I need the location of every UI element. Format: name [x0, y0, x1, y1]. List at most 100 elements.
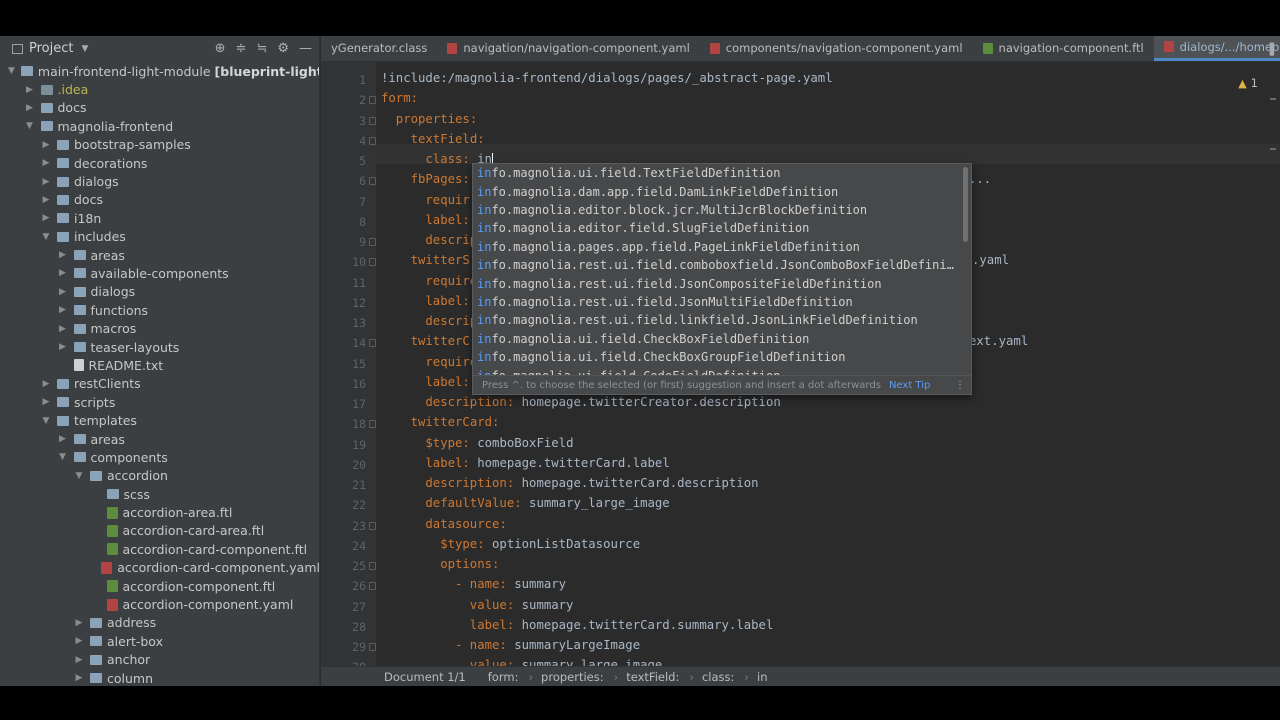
chevron-right-icon[interactable]: ▶ — [25, 85, 35, 95]
tree-item[interactable]: ▶ alert-box — [0, 632, 319, 650]
chevron-right-icon[interactable]: ▶ — [74, 636, 84, 646]
chevron-down-icon[interactable]: ▼ — [25, 121, 35, 131]
tree-item[interactable]: accordion-component.yaml — [0, 595, 319, 613]
chevron-right-icon[interactable]: ▶ — [41, 177, 51, 187]
tree-item[interactable]: ▶ areas — [0, 430, 319, 448]
tree-item[interactable]: ▶ anchor — [0, 651, 319, 669]
editor-tab[interactable]: navigation-component.ftl — [973, 36, 1154, 61]
editor-tab[interactable]: dialogs/.../homepage.yaml — [1153, 36, 1280, 61]
tree-item[interactable]: ▼ main-frontend-light-module [blueprint-li… — [0, 62, 319, 80]
locate-icon[interactable]: ⊕ — [215, 41, 226, 56]
chevron-right-icon[interactable]: ▶ — [74, 655, 84, 665]
tree-item[interactable]: ▶ docs — [0, 99, 319, 117]
fold-marker-icon[interactable] — [369, 582, 376, 591]
tree-item[interactable]: accordion-component.ftl — [0, 577, 319, 595]
popup-scrollbar[interactable] — [963, 167, 968, 242]
tree-item[interactable]: ▼ accordion — [0, 467, 319, 485]
completion-item[interactable]: in fo.magnolia.ui.field.CheckBoxFieldDefi… — [473, 330, 963, 348]
chevron-right-icon[interactable]: ▶ — [41, 379, 51, 389]
completion-item[interactable]: in fo.magnolia.dam.app.field.DamLinkField… — [473, 182, 963, 200]
chevron-right-icon[interactable]: ▶ — [58, 434, 68, 444]
tree-item[interactable]: ▼ components — [0, 448, 319, 466]
tree-item[interactable]: ▶ bootstrap-samples — [0, 136, 319, 154]
tree-item[interactable]: ▶ restClients — [0, 375, 319, 393]
tree-item[interactable]: scss — [0, 485, 319, 503]
chevron-right-icon[interactable]: ▶ — [58, 324, 68, 334]
chevron-down-icon[interactable]: ▼ — [81, 44, 88, 54]
fold-marker-icon[interactable] — [369, 339, 376, 348]
editor-tab[interactable]: yGenerator.class — [321, 36, 437, 61]
tree-item[interactable]: ▶ address — [0, 614, 319, 632]
chevron-down-icon[interactable]: ▼ — [41, 416, 51, 426]
chevron-right-icon[interactable]: ▶ — [41, 397, 51, 407]
tree-item[interactable]: ▶ macros — [0, 319, 319, 337]
chevron-right-icon[interactable]: ▶ — [41, 195, 51, 205]
fold-marker-icon[interactable] — [369, 521, 376, 530]
tree-item[interactable]: ▶ available-components — [0, 264, 319, 282]
tree-item[interactable]: ▶ docs — [0, 191, 319, 209]
chevron-right-icon[interactable]: ▶ — [58, 250, 68, 260]
chevron-right-icon[interactable]: ▶ — [25, 103, 35, 113]
chevron-right-icon[interactable]: ▶ — [58, 268, 68, 278]
completion-item[interactable]: in fo.magnolia.rest.ui.field.JsonMultiFie… — [473, 293, 963, 311]
completion-item[interactable]: in fo.magnolia.ui.field.CheckBoxGroupFiel… — [473, 348, 963, 366]
completion-item[interactable]: in fo.magnolia.pages.app.field.PageLinkFi… — [473, 238, 963, 256]
chevron-down-icon[interactable]: ▼ — [74, 471, 84, 481]
fold-marker-icon[interactable] — [369, 643, 376, 651]
fold-marker-icon[interactable] — [369, 562, 376, 570]
fold-marker-icon[interactable] — [369, 238, 376, 246]
project-view-icon[interactable] — [12, 43, 23, 54]
more-options-icon[interactable]: ⋮ — [955, 380, 965, 391]
breadcrumb-item[interactable]: form: — [488, 670, 519, 684]
breadcrumb-item[interactable]: in — [757, 670, 767, 684]
chevron-down-icon[interactable]: ▼ — [8, 66, 15, 76]
tree-item[interactable]: README.txt — [0, 356, 319, 374]
tree-item[interactable]: ▶ decorations — [0, 154, 319, 172]
fold-marker-icon[interactable] — [369, 96, 376, 105]
tree-item[interactable]: ▶ dialogs — [0, 172, 319, 190]
fold-marker-icon[interactable] — [369, 116, 376, 125]
tree-item[interactable]: ▶ i18n — [0, 209, 319, 227]
tree-item[interactable]: ▶ column — [0, 669, 319, 686]
tree-item[interactable]: ▼ includes — [0, 228, 319, 246]
breadcrumb-item[interactable]: properties: — [541, 670, 604, 684]
tree-item[interactable]: ▼ magnolia-frontend — [0, 117, 319, 135]
tree-item[interactable]: accordion-card-component.ftl — [0, 540, 319, 558]
chevron-right-icon[interactable]: ▶ — [58, 305, 68, 315]
tree-item[interactable]: ▶ functions — [0, 301, 319, 319]
completion-item[interactable]: in fo.magnolia.editor.block.jcr.MultiJcrB… — [473, 201, 963, 219]
chevron-right-icon[interactable]: ▶ — [58, 287, 68, 297]
fold-marker-icon[interactable] — [369, 420, 376, 429]
fold-marker-icon[interactable] — [369, 177, 376, 186]
gear-icon[interactable]: ⚙ — [277, 41, 289, 56]
chevron-down-icon[interactable]: ▼ — [41, 232, 51, 242]
chevron-right-icon[interactable]: ▶ — [41, 140, 51, 150]
editor-tab[interactable]: components/navigation-component.yaml — [700, 36, 973, 61]
fold-marker-icon[interactable] — [369, 136, 376, 145]
tabs-overflow-icon[interactable]: ▐ — [1266, 43, 1274, 56]
fold-marker-icon[interactable] — [369, 258, 376, 267]
completion-item[interactable]: in fo.magnolia.rest.ui.field.linkfield.Js… — [473, 311, 963, 329]
chevron-right-icon[interactable]: ▶ — [58, 342, 68, 352]
editor-tab[interactable]: navigation/navigation-component.yaml — [437, 36, 699, 61]
chevron-right-icon[interactable]: ▶ — [41, 213, 51, 223]
hide-icon[interactable]: — — [299, 41, 312, 56]
breadcrumb-item[interactable]: class: — [702, 670, 734, 684]
next-tip-link[interactable]: Next Tip — [889, 380, 930, 391]
code-completion-popup[interactable]: in fo.magnolia.ui.field.TextFieldDefiniti… — [472, 163, 972, 395]
completion-item[interactable]: in fo.magnolia.editor.field.SlugFieldDefi… — [473, 219, 963, 237]
inspection-widget[interactable]: ▲ 1 — [1238, 76, 1258, 90]
tree-item[interactable]: ▶ scripts — [0, 393, 319, 411]
chevron-right-icon[interactable]: ▶ — [41, 158, 51, 168]
completion-item[interactable]: in fo.magnolia.rest.ui.field.JsonComposit… — [473, 274, 963, 292]
tree-item[interactable]: accordion-card-component.yaml — [0, 559, 319, 577]
completion-item[interactable]: in fo.magnolia.rest.ui.field.comboboxfiel… — [473, 256, 963, 274]
collapse-all-icon[interactable]: ≒ — [256, 41, 267, 56]
project-panel-title[interactable]: Project — [29, 41, 73, 56]
tree-item[interactable]: accordion-card-area.ftl — [0, 522, 319, 540]
chevron-right-icon[interactable]: ▶ — [74, 673, 84, 683]
tree-item[interactable]: ▶ teaser-layouts — [0, 338, 319, 356]
expand-all-icon[interactable]: ≑ — [236, 41, 247, 56]
tree-item[interactable]: ▶ .idea — [0, 80, 319, 98]
tree-item[interactable]: ▶ areas — [0, 246, 319, 264]
